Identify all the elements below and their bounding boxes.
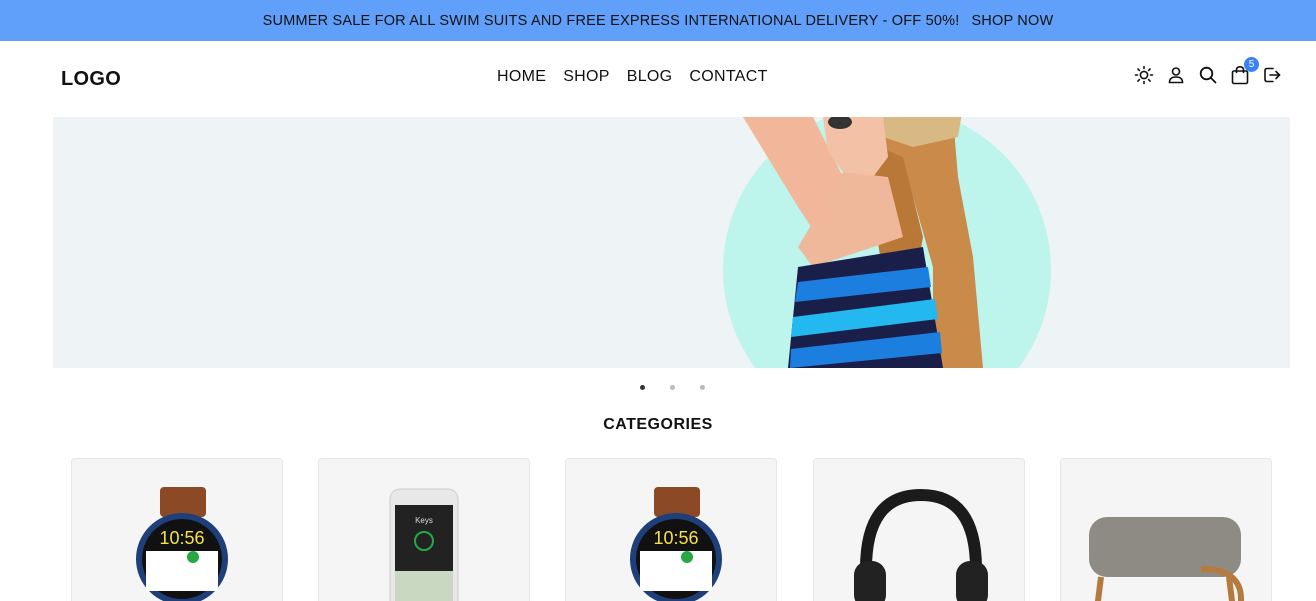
smartwatch-image: 10:56	[136, 487, 228, 601]
user-icon[interactable]	[1166, 65, 1186, 85]
sun-icon[interactable]	[1134, 65, 1154, 85]
slider-dot-1[interactable]	[640, 385, 645, 390]
hero-banner[interactable]	[53, 117, 1290, 368]
shopping-bag-icon[interactable]: 5	[1230, 57, 1259, 85]
search-icon[interactable]	[1198, 65, 1218, 85]
smartwatch-image-2: 10:56	[630, 487, 722, 601]
category-card-ottoman[interactable]	[1060, 458, 1272, 601]
headphones-image	[854, 488, 988, 601]
logout-icon[interactable]	[1262, 65, 1282, 85]
nav-contact[interactable]: CONTACT	[689, 68, 767, 86]
svg-text:Keys: Keys	[415, 516, 433, 525]
ottoman-image	[1089, 517, 1244, 601]
category-card-headphones[interactable]	[813, 458, 1025, 601]
logo[interactable]: LOGO	[61, 68, 121, 91]
nav-shop[interactable]: SHOP	[563, 68, 610, 86]
category-card-watch[interactable]: 10:56	[71, 458, 283, 601]
shop-now-link[interactable]: SHOP NOW	[971, 13, 1053, 29]
cart-count-badge: 5	[1244, 57, 1259, 72]
main-nav: HOME SHOP BLOG CONTACT	[497, 68, 768, 86]
nav-blog[interactable]: BLOG	[627, 68, 673, 86]
slider-dot-3[interactable]	[700, 385, 705, 390]
category-card-phone[interactable]: Keys	[318, 458, 530, 601]
site-header: LOGO HOME SHOP BLOG CONTACT 5	[0, 41, 1316, 117]
phone-image: Keys	[389, 488, 459, 601]
nav-home[interactable]: HOME	[497, 68, 546, 86]
svg-text:10:56: 10:56	[159, 528, 204, 548]
category-card-watch-2[interactable]: 10:56	[565, 458, 777, 601]
categories-title: CATEGORIES	[603, 416, 713, 433]
slider-dots	[638, 385, 708, 393]
promo-bar: SUMMER SALE FOR ALL SWIM SUITS AND FREE …	[0, 0, 1316, 41]
promo-text: SUMMER SALE FOR ALL SWIM SUITS AND FREE …	[262, 12, 960, 29]
svg-text:10:56: 10:56	[653, 528, 698, 548]
hero-image	[723, 117, 1051, 368]
slider-dot-2[interactable]	[670, 385, 675, 390]
